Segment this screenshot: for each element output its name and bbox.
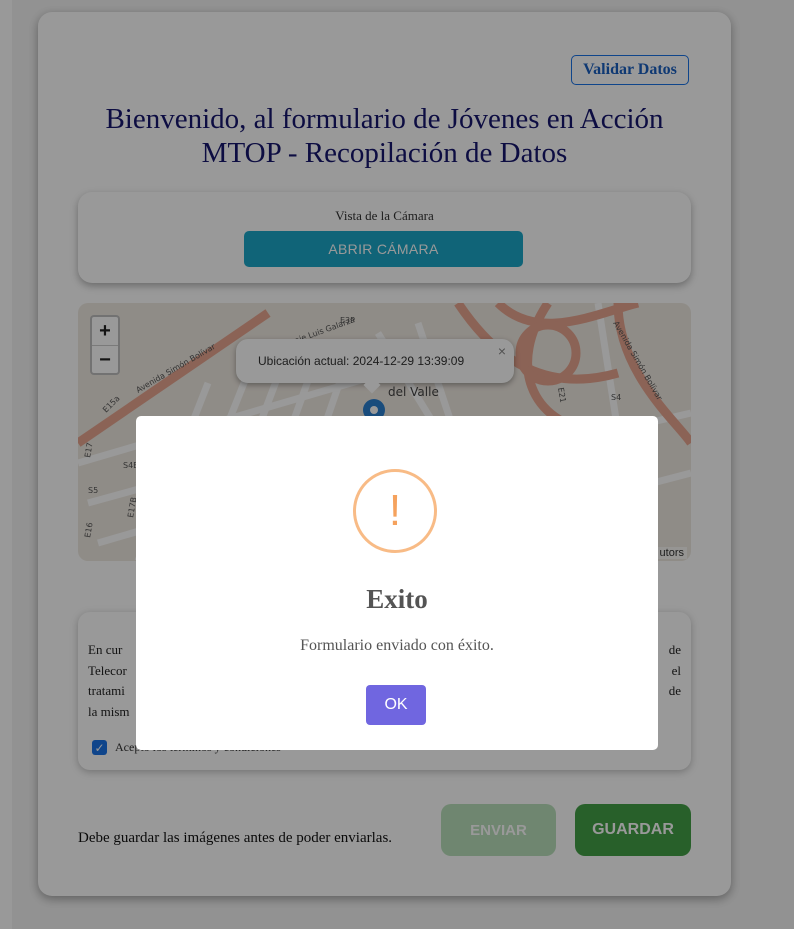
warning-icon: !	[353, 469, 437, 553]
dialog-title: Exito	[366, 584, 428, 614]
ok-button[interactable]: OK	[366, 685, 426, 725]
dialog-message: Formulario enviado con éxito.	[300, 637, 494, 654]
success-dialog: ! Exito Formulario enviado con éxito. OK	[136, 416, 658, 750]
